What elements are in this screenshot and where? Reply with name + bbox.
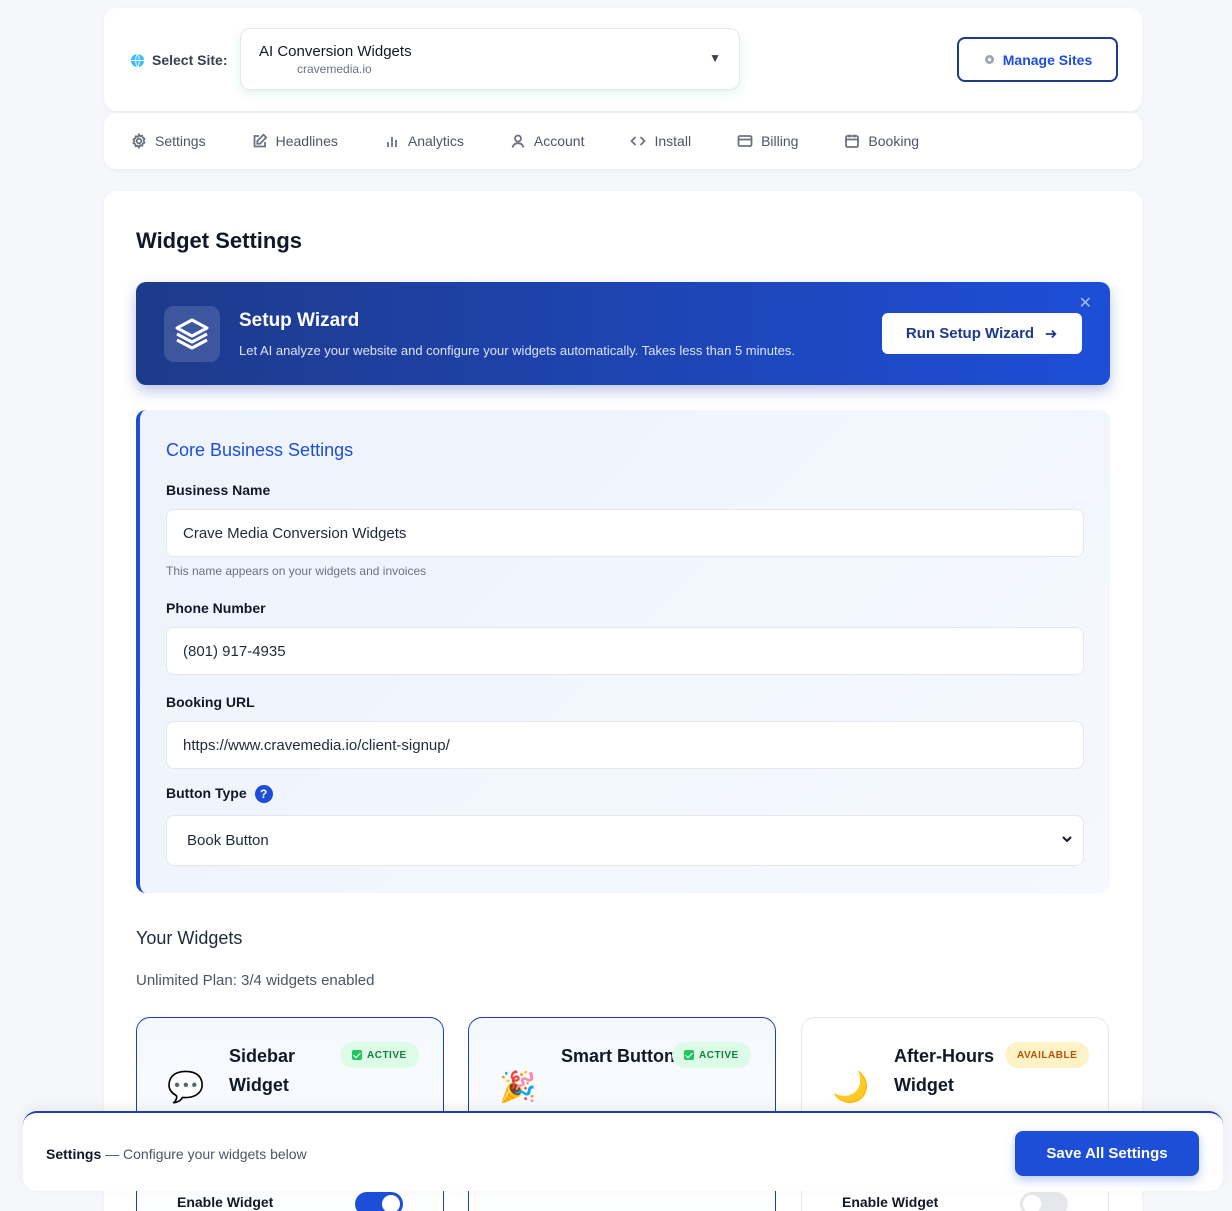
site-selector-bar: Select Site: AI Conversion Widgets crave… bbox=[104, 8, 1142, 111]
wizard-description: Let AI analyze your website and configur… bbox=[239, 343, 795, 358]
enable-widget-label: Enable Widget bbox=[177, 1194, 274, 1210]
select-site-label: Select Site: bbox=[130, 52, 227, 68]
toggle-knob bbox=[1023, 1195, 1041, 1211]
chevron-down-icon bbox=[1062, 836, 1072, 843]
tab-settings[interactable]: Settings bbox=[131, 133, 206, 149]
site-name: AI Conversion Widgets bbox=[259, 43, 412, 60]
edit-icon bbox=[253, 133, 268, 148]
caret-down-icon: ▼ bbox=[709, 51, 721, 65]
enable-widget-toggle[interactable] bbox=[1020, 1192, 1068, 1211]
plan-usage-text: Unlimited Plan: 3/4 widgets enabled bbox=[136, 972, 375, 989]
globe-icon bbox=[130, 53, 145, 67]
business-name-label: Business Name bbox=[166, 482, 271, 498]
tab-booking[interactable]: Booking bbox=[844, 133, 919, 149]
button-type-select[interactable]: Book Button bbox=[166, 815, 1084, 866]
tab-account[interactable]: Account bbox=[510, 133, 584, 149]
bottom-bar-text: Settings — Configure your widgets below bbox=[46, 1146, 307, 1162]
help-icon[interactable]: ? bbox=[254, 785, 273, 804]
status-badge: ACTIVE bbox=[672, 1042, 751, 1068]
check-icon bbox=[684, 1050, 694, 1060]
button-type-label: Button Type? bbox=[166, 785, 273, 804]
bar-chart-icon bbox=[386, 137, 397, 147]
close-icon[interactable]: ✕ bbox=[1079, 296, 1092, 312]
tab-install[interactable]: Install bbox=[630, 133, 691, 149]
core-business-settings: Core Business Settings Business Name Thi… bbox=[136, 410, 1110, 893]
business-name-hint: This name appears on your widgets and in… bbox=[166, 564, 427, 578]
party-popper-icon: 🎉 bbox=[499, 1071, 537, 1104]
status-badge: ACTIVE bbox=[340, 1042, 419, 1068]
site-dropdown[interactable]: AI Conversion Widgets cravemedia.io ▼ bbox=[240, 28, 740, 90]
site-domain: cravemedia.io bbox=[297, 62, 372, 76]
your-widgets-title: Your Widgets bbox=[136, 928, 243, 948]
page-title: Widget Settings bbox=[136, 228, 303, 253]
gear-icon bbox=[132, 133, 146, 149]
wizard-title: Setup Wizard bbox=[239, 310, 360, 331]
manage-sites-button[interactable]: Manage Sites bbox=[957, 37, 1118, 82]
save-all-settings-button[interactable]: Save All Settings bbox=[1015, 1131, 1199, 1176]
tab-analytics[interactable]: Analytics bbox=[384, 133, 464, 149]
arrow-right-icon bbox=[1045, 329, 1057, 338]
nav-tabs: Settings Headlines Analytics Account Ins… bbox=[104, 113, 1142, 169]
booking-url-label: Booking URL bbox=[166, 694, 255, 710]
setup-wizard-banner: Setup Wizard Let AI analyze your website… bbox=[136, 282, 1110, 385]
speech-bubble-icon: 💬 bbox=[167, 1071, 205, 1104]
enable-widget-toggle[interactable] bbox=[355, 1192, 403, 1211]
sticky-save-bar: Settings — Configure your widgets below … bbox=[23, 1111, 1223, 1191]
layers-icon bbox=[164, 306, 220, 362]
user-icon bbox=[511, 134, 525, 148]
tab-headlines[interactable]: Headlines bbox=[252, 133, 338, 149]
button-type-value: Book Button bbox=[187, 832, 269, 849]
check-icon bbox=[352, 1050, 362, 1060]
gear-icon bbox=[984, 55, 994, 64]
enable-widget-label: Enable Widget bbox=[842, 1194, 939, 1210]
status-badge: AVAILABLE bbox=[1005, 1042, 1090, 1068]
toggle-knob bbox=[382, 1195, 400, 1211]
main-content: Widget Settings Setup Wizard Let AI anal… bbox=[104, 191, 1142, 1211]
booking-url-input[interactable] bbox=[166, 721, 1084, 769]
calendar-icon bbox=[845, 134, 860, 148]
phone-number-label: Phone Number bbox=[166, 600, 266, 616]
tab-billing[interactable]: Billing bbox=[737, 133, 798, 149]
run-setup-wizard-button[interactable]: Run Setup Wizard bbox=[882, 313, 1082, 354]
business-name-input[interactable] bbox=[166, 509, 1084, 557]
code-icon bbox=[630, 136, 647, 146]
phone-number-input[interactable] bbox=[166, 627, 1084, 675]
core-settings-title: Core Business Settings bbox=[166, 440, 354, 460]
crescent-moon-icon: 🌙 bbox=[832, 1071, 870, 1104]
credit-card-icon bbox=[737, 135, 753, 147]
